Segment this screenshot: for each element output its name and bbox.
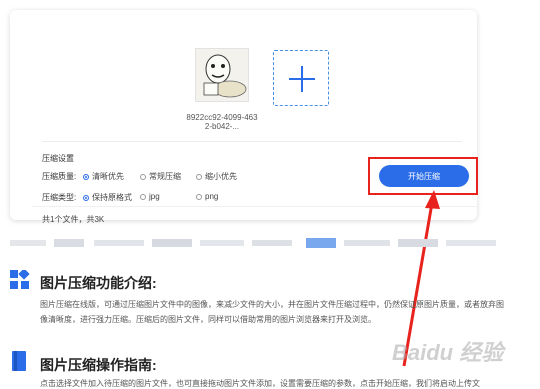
grid-icon [10,270,30,289]
section-text-guide: 点击选择文件加入待压缩的图片文件，也可直接拖动图片文件添加，设置需要压缩的参数，… [40,379,480,388]
watermark: Baidu 经验 [392,340,504,365]
section-title-guide: 图片压缩操作指南: [40,357,157,373]
section-text-intro: 图片压缩在线版，可通过压缩图片文件中的图像，来减少文件的大小，并在图片文件压缩过… [40,300,504,324]
book-icon [12,351,26,371]
annotation-arrow [402,190,440,367]
section-title-intro: 图片压缩功能介绍: [40,275,157,291]
blurred-banner [10,238,496,248]
